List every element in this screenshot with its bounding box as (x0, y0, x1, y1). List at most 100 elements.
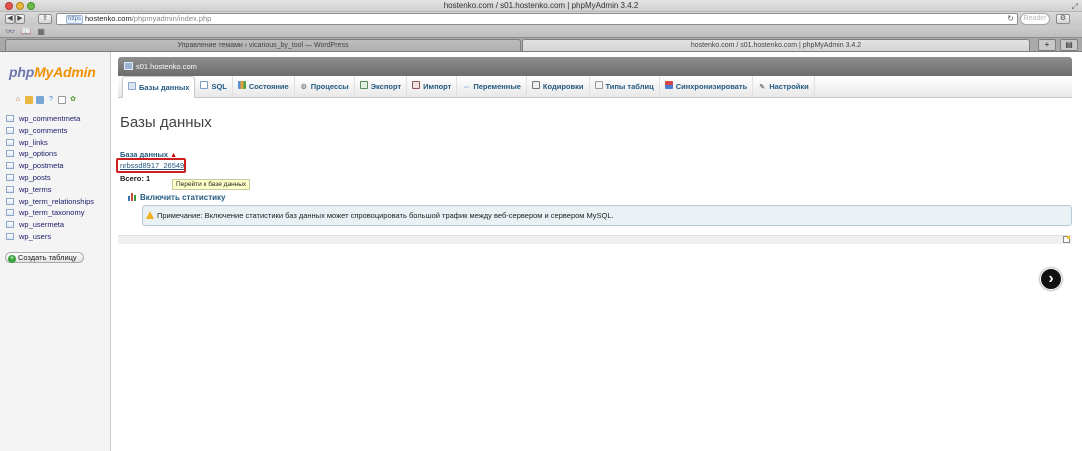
tab-overview-icon[interactable]: ▤ (1060, 39, 1078, 51)
back-button[interactable]: ◀ (5, 14, 15, 24)
https-badge: https (66, 15, 84, 24)
wrench-icon: ✎ (759, 84, 766, 91)
table-icon[interactable] (6, 126, 14, 134)
table-item[interactable]: wp_usermeta (6, 219, 94, 231)
browser-tabs: Управление темами ‹ vicarious_by_tool — … (0, 38, 1082, 52)
database-link[interactable]: nrbssd8917_26549 (120, 161, 184, 170)
reading-list-icon[interactable]: 👓 (5, 27, 15, 36)
table-item[interactable]: wp_users (6, 231, 94, 243)
engines-icon (594, 81, 603, 89)
minimize-window-button[interactable] (16, 2, 24, 10)
address-bar[interactable]: https hostenko.com/phpmyadmin/index.php ↻ (56, 13, 1018, 25)
notice-box: Примечание: Включение статистики баз дан… (142, 205, 1072, 226)
tab-synchronize[interactable]: Синхронизировать (660, 76, 754, 98)
docs-icon[interactable]: ? (47, 96, 55, 104)
tooltip: Перейти к базе данных (172, 179, 251, 190)
plus-icon: + (8, 255, 16, 263)
table-item[interactable]: wp_terms (6, 184, 94, 196)
table-icon[interactable] (6, 221, 14, 229)
url-host: hostenko.com (85, 14, 132, 23)
settings-icon[interactable]: ✿ (69, 96, 77, 104)
new-tab-button[interactable]: + (1038, 39, 1056, 51)
zoom-window-button[interactable] (27, 2, 35, 10)
tab-charsets[interactable]: Кодировки (527, 76, 590, 98)
table-icon[interactable] (6, 197, 14, 205)
tab-engines[interactable]: Типы таблиц (590, 76, 660, 98)
table-name[interactable]: wp_posts (19, 173, 51, 182)
table-icon[interactable] (6, 115, 14, 122)
footer-bar (118, 235, 1072, 244)
create-table-label: Создать таблицу (18, 253, 77, 262)
table-name[interactable]: wp_commentmeta (19, 114, 80, 123)
table-icon[interactable] (6, 232, 14, 240)
bookmarks-icon[interactable]: 📖 (21, 27, 31, 36)
open-new-window-icon[interactable] (1063, 236, 1070, 243)
window-titlebar: hostenko.com / s01.hostenko.com | phpMyA… (0, 0, 1082, 12)
export-icon (359, 81, 368, 89)
table-name[interactable]: wp_usermeta (19, 220, 64, 229)
table-item[interactable]: wp_term_taxonomy (6, 207, 94, 219)
warning-icon (146, 211, 154, 219)
sql-query-icon[interactable] (25, 96, 33, 104)
tab-variables[interactable]: ⇔ Переменные (457, 76, 527, 98)
browser-tab-phpmyadmin[interactable]: hostenko.com / s01.hostenko.com | phpMyA… (522, 39, 1030, 51)
table-icon[interactable] (6, 150, 14, 158)
phpmyadmin-logo[interactable]: phpMyAdmin (9, 64, 96, 80)
table-item[interactable]: wp_term_relationships (6, 196, 94, 208)
tab-export[interactable]: Экспорт (355, 76, 408, 98)
settings-gear-icon[interactable]: ⚙ (1056, 14, 1070, 24)
table-item[interactable]: wp_options (6, 148, 94, 160)
url-path: /phpmyadmin/index.php (131, 14, 212, 23)
table-name[interactable]: wp_postmeta (19, 161, 64, 170)
tab-import[interactable]: Импорт (407, 76, 458, 98)
table-item[interactable]: wp_commentmeta (6, 113, 94, 125)
table-name[interactable]: wp_term_taxonomy (19, 208, 84, 217)
table-icon[interactable] (6, 209, 14, 217)
table-item[interactable]: wp_comments (6, 125, 94, 137)
window-title: hostenko.com / s01.hostenko.com | phpMyA… (443, 1, 639, 10)
table-name[interactable]: wp_options (19, 149, 57, 158)
charsets-icon (531, 81, 540, 89)
page-title: Базы данных (120, 114, 212, 131)
browser-tab-wordpress[interactable]: Управление темами ‹ vicarious_by_tool — … (5, 39, 521, 51)
table-list: wp_commentmeta wp_comments wp_links wp_o… (6, 113, 94, 243)
reload-navigation-icon[interactable] (58, 96, 66, 104)
table-item[interactable]: wp_postmeta (6, 160, 94, 172)
table-item[interactable]: wp_posts (6, 172, 94, 184)
top-sites-icon[interactable]: ▦ (37, 27, 45, 36)
import-icon (412, 81, 421, 89)
tab-processes[interactable]: ⚙ Процессы (295, 76, 355, 98)
tab-databases[interactable]: Базы данных (122, 76, 196, 98)
table-name[interactable]: wp_comments (19, 126, 67, 135)
next-arrow-button[interactable]: › (1040, 268, 1062, 290)
notice-text: Примечание: Включение статистики баз дан… (157, 211, 614, 220)
browser-toolbar: ◀ ▶ ⇪ https hostenko.com/phpmyadmin/index… (0, 12, 1082, 26)
table-icon[interactable] (6, 185, 14, 193)
processes-icon: ⚙ (300, 84, 307, 91)
tab-settings[interactable]: ✎ Настройки (753, 76, 815, 98)
share-button[interactable]: ⇪ (38, 14, 52, 24)
query-window-icon[interactable] (36, 96, 44, 104)
reload-icon[interactable]: ↻ (1007, 14, 1014, 24)
tab-sql[interactable]: SQL (195, 76, 233, 98)
table-name[interactable]: wp_terms (19, 185, 52, 194)
bar-chart-icon (128, 193, 137, 201)
table-name[interactable]: wp_links (19, 138, 48, 147)
forward-button[interactable]: ▶ (15, 14, 25, 24)
enable-statistics-link[interactable]: Включить статистику (128, 193, 226, 202)
status-icon (237, 81, 246, 89)
server-name-link[interactable]: s01.hostenko.com (136, 62, 197, 71)
navigation-panel: phpMyAdmin ⌂ ? ✿ wp_commentmeta wp_comme… (0, 52, 111, 451)
create-table-button[interactable]: + Создать таблицу (5, 252, 84, 263)
table-icon[interactable] (6, 162, 14, 170)
tab-status[interactable]: Состояние (233, 76, 295, 98)
table-icon[interactable] (6, 138, 14, 146)
table-item[interactable]: wp_links (6, 137, 94, 149)
database-total: Всего: 1 (120, 174, 151, 183)
home-icon[interactable]: ⌂ (14, 96, 22, 104)
close-window-button[interactable] (5, 2, 13, 10)
reader-button[interactable]: Reader (1020, 13, 1050, 25)
table-name[interactable]: wp_users (19, 232, 51, 241)
table-icon[interactable] (6, 173, 14, 181)
table-name[interactable]: wp_term_relationships (19, 197, 94, 206)
